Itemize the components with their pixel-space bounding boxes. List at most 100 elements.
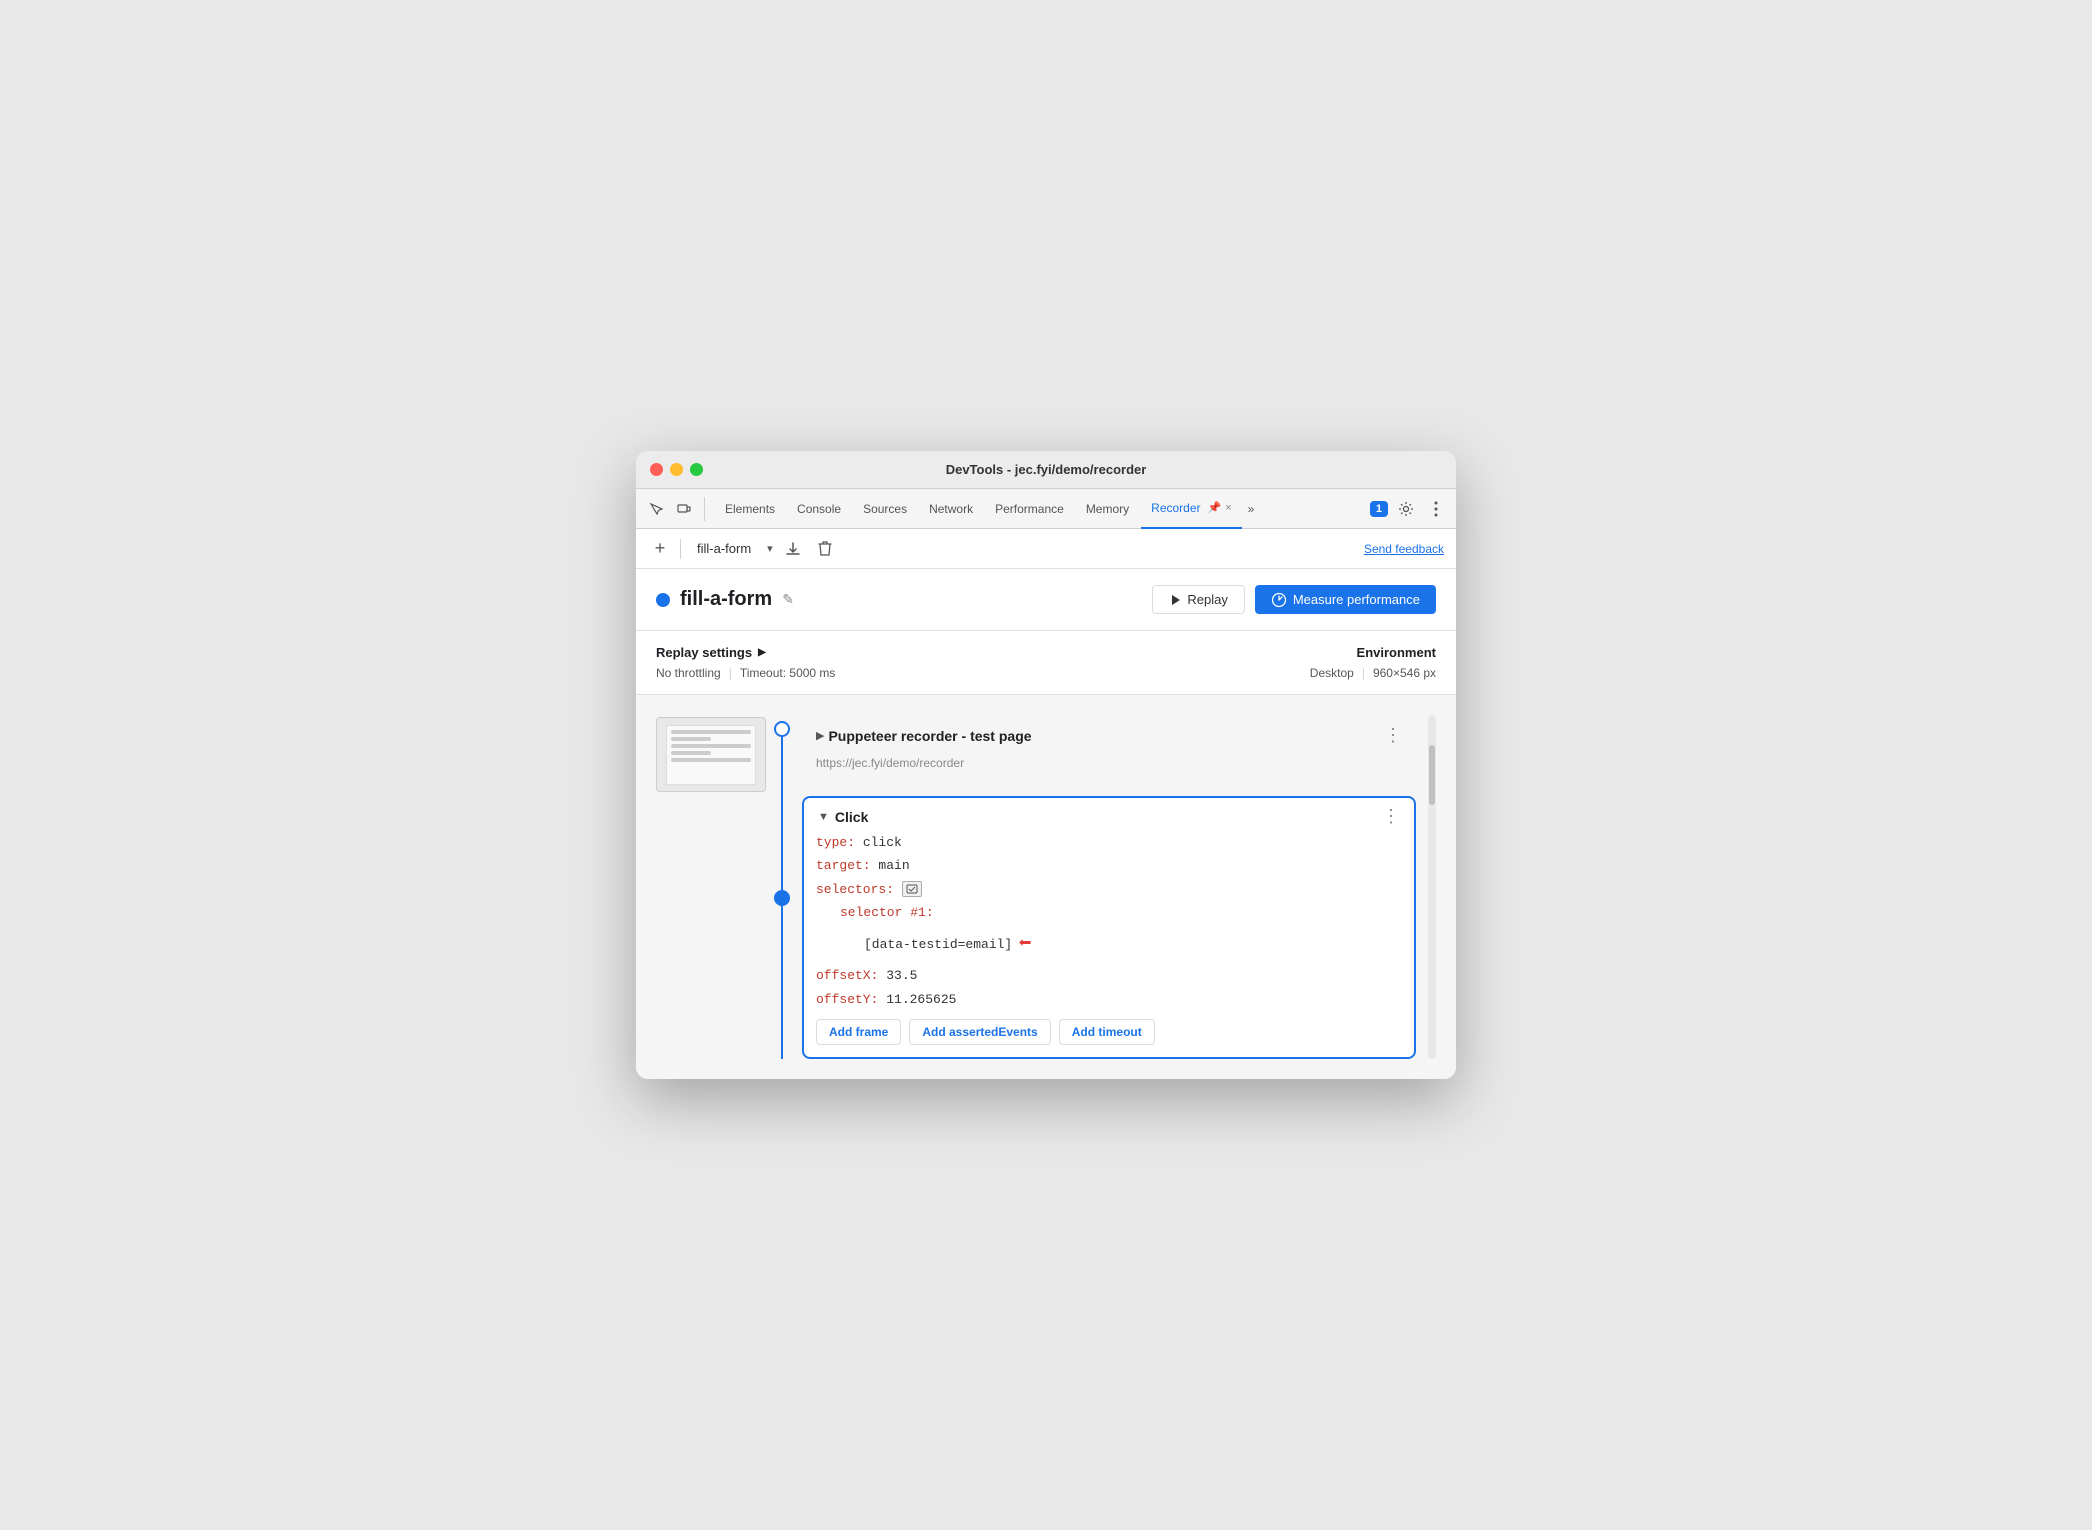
timeline-node-1 [774,721,790,737]
red-arrow-icon: ⬅ [1018,925,1031,965]
minimize-button[interactable] [670,463,683,476]
header-actions: Replay Measure performance [1152,585,1436,614]
tab-performance[interactable]: Performance [985,489,1074,529]
code-selectors-key: selectors: [816,882,894,897]
code-selector1-val: [data-testid=email] [864,933,1012,956]
code-offsetY-key: offsetY: [816,992,878,1007]
code-selector1-val-line: [data-testid=email] ⬅ [816,925,1402,965]
add-timeout-button[interactable]: Add timeout [1059,1019,1155,1045]
click-expand-icon: ▼ [818,811,829,823]
code-offsetX-key: offsetX: [816,968,878,983]
download-button[interactable] [781,537,805,561]
content-area: ▶ Puppeteer recorder - test page ⋮ https… [636,695,1456,1079]
title-bar: DevTools - jec.fyi/demo/recorder [636,451,1456,489]
page-thumbnail [656,717,766,792]
cursor-icon[interactable] [644,497,668,521]
recording-name-label: fill-a-form [689,541,759,556]
tab-sources[interactable]: Sources [853,489,917,529]
replay-settings: Replay settings ▶ No throttling | Timeou… [656,645,835,680]
timeline-node-2 [774,890,790,906]
step-navigate-url: https://jec.fyi/demo/recorder [802,756,1416,780]
traffic-lights [650,463,703,476]
devtools-tab-bar: Elements Console Sources Network Perform… [636,489,1456,529]
code-selector1-key: selector #1: [840,905,934,920]
code-target-line: target: main [816,854,1402,877]
step-click-code: type: click target: main selectors: [816,831,1402,1011]
settings-icon[interactable] [1394,497,1418,521]
toolbar-divider [680,539,681,559]
step-click-header[interactable]: ▼ Click ⋮ [804,798,1414,831]
code-offsetX-val: 33.5 [878,968,917,983]
devtools-window: DevTools - jec.fyi/demo/recorder Element… [636,451,1456,1079]
environment-detail: Desktop | 960×546 px [1310,666,1436,680]
device-type: Desktop [1310,666,1354,680]
code-offsetY-val: 11.265625 [878,992,956,1007]
code-selector1-line: selector #1: [816,901,1402,924]
code-type-val: click [855,835,902,850]
step-expand-icon: ▶ [816,729,824,742]
tab-elements[interactable]: Elements [715,489,785,529]
code-type-key: type: [816,835,855,850]
code-selectors-line: selectors: [816,878,1402,901]
add-asserted-events-button[interactable]: Add assertedEvents [909,1019,1050,1045]
tab-recorder-close[interactable]: × [1225,502,1231,514]
code-offsetY-line: offsetY: 11.265625 [816,988,1402,1011]
selector-mode-icon[interactable] [902,881,922,897]
tab-right-icons: 1 [1370,497,1448,521]
delete-button[interactable] [813,537,837,561]
add-frame-button[interactable]: Add frame [816,1019,901,1045]
timeline-and-steps: ▶ Puppeteer recorder - test page ⋮ https… [774,715,1436,1059]
edit-title-icon[interactable]: ✎ [782,591,794,608]
tab-more-icon[interactable]: » [1248,502,1255,516]
measure-performance-button[interactable]: Measure performance [1255,585,1436,614]
step-click-title: Click [835,809,868,825]
add-recording-button[interactable]: + [648,537,672,561]
recorder-toolbar: + fill-a-form ▾ Send feedback [636,529,1456,569]
chat-badge[interactable]: 1 [1370,501,1388,517]
tab-recorder-label: Recorder [1151,501,1200,515]
close-button[interactable] [650,463,663,476]
scrollbar[interactable] [1428,715,1436,1059]
environment-title: Environment [1310,645,1436,660]
tab-console[interactable]: Console [787,489,851,529]
more-menu-icon[interactable] [1424,497,1448,521]
code-target-key: target: [816,858,871,873]
tab-network[interactable]: Network [919,489,983,529]
throttling-value: No throttling [656,666,721,680]
step-navigate-menu[interactable]: ⋮ [1384,725,1402,746]
tab-memory[interactable]: Memory [1076,489,1139,529]
recorder-pin-icon: 📌 [1208,501,1222,514]
replay-settings-title: Replay settings ▶ [656,645,835,660]
recording-status-dot [656,593,670,607]
settings-expand-icon[interactable]: ▶ [758,647,766,658]
step-navigate-title: Puppeteer recorder - test page [828,728,1031,744]
environment-settings: Environment Desktop | 960×546 px [1310,645,1436,680]
settings-detail: No throttling | Timeout: 5000 ms [656,666,835,680]
recording-dropdown[interactable]: ▾ [767,542,773,555]
recording-title-area: fill-a-form ✎ [656,588,794,611]
maximize-button[interactable] [690,463,703,476]
tab-recorder[interactable]: Recorder 📌 × [1141,489,1242,529]
tab-icon-group [644,497,705,521]
replay-button[interactable]: Replay [1152,585,1244,614]
scrollbar-thumb[interactable] [1429,745,1435,805]
code-type-line: type: click [816,831,1402,854]
device-icon[interactable] [672,497,696,521]
settings-panel: Replay settings ▶ No throttling | Timeou… [636,631,1456,695]
thumbnail-column [656,715,766,1059]
recording-title: fill-a-form [680,588,772,611]
timeout-value: Timeout: 5000 ms [740,666,836,680]
step-action-buttons: Add frame Add assertedEvents Add timeout [816,1019,1402,1045]
step-click: ▼ Click ⋮ type: click target: main [802,796,1416,1059]
resolution-value: 960×546 px [1373,666,1436,680]
steps-list: ▶ Puppeteer recorder - test page ⋮ https… [802,715,1416,1059]
send-feedback-link[interactable]: Send feedback [1364,542,1444,556]
step-navigate-header[interactable]: ▶ Puppeteer recorder - test page ⋮ [802,715,1416,756]
window-title: DevTools - jec.fyi/demo/recorder [946,462,1147,477]
timeline [774,715,790,1059]
code-target-val: main [871,858,910,873]
step-click-menu[interactable]: ⋮ [1382,806,1400,827]
timeline-line-2 [781,906,783,1059]
recording-header: fill-a-form ✎ Replay Measure performance [636,569,1456,631]
timeline-line-1 [781,737,783,890]
